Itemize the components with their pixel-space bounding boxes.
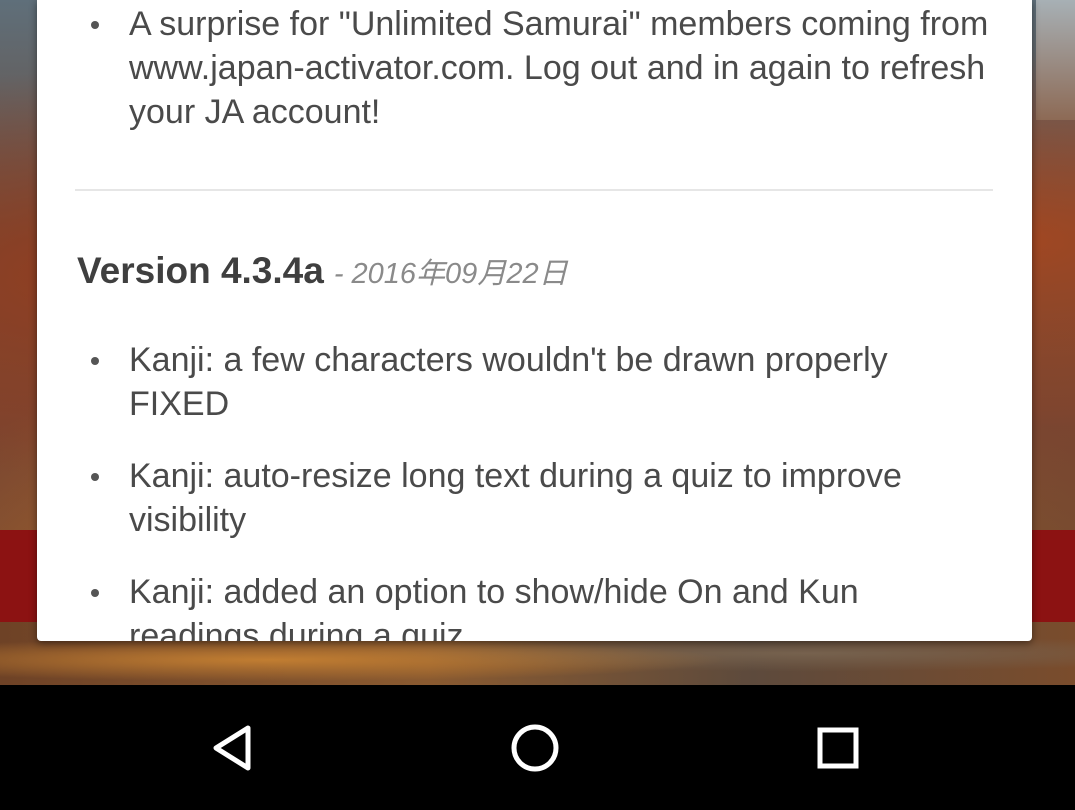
back-button[interactable] xyxy=(197,713,267,783)
version-title: Version 4.3.4a xyxy=(77,250,324,291)
bullet-icon xyxy=(91,357,99,365)
recents-square-icon xyxy=(817,727,859,769)
list-item: Kanji: auto-resize long text during a qu… xyxy=(37,454,1032,542)
changelog-dialog: A surprise for "Unlimited Samurai" membe… xyxy=(37,0,1032,641)
changelog-scroll-area[interactable]: A surprise for "Unlimited Samurai" membe… xyxy=(37,0,1032,641)
recents-button[interactable] xyxy=(803,713,873,783)
list-item-text: Kanji: added an option to show/hide On a… xyxy=(129,573,859,641)
list-item-text: A surprise for "Unlimited Samurai" membe… xyxy=(129,5,989,131)
back-triangle-icon xyxy=(213,725,251,771)
changes-list: Kanji: a few characters wouldn't be draw… xyxy=(37,338,1032,641)
list-item-text: Kanji: a few characters wouldn't be draw… xyxy=(129,341,888,423)
version-date: - 2016年09月22日 xyxy=(333,258,568,290)
bullet-icon xyxy=(91,589,99,597)
bullet-icon xyxy=(91,21,99,29)
phone-screen: A surprise for "Unlimited Samurai" membe… xyxy=(0,0,1075,810)
previous-version-list: A surprise for "Unlimited Samurai" membe… xyxy=(37,2,1032,134)
background-rooftop xyxy=(1036,0,1075,120)
bullet-icon xyxy=(91,473,99,481)
version-heading: Version 4.3.4a - 2016年09月22日 xyxy=(77,250,977,300)
home-button[interactable] xyxy=(500,713,570,783)
list-item: Kanji: a few characters wouldn't be draw… xyxy=(37,338,1032,426)
list-item: A surprise for "Unlimited Samurai" membe… xyxy=(37,2,1032,134)
list-item: Kanji: added an option to show/hide On a… xyxy=(37,570,1032,641)
list-item-text: Kanji: auto-resize long text during a qu… xyxy=(129,457,902,539)
home-circle-icon xyxy=(511,724,559,772)
section-divider xyxy=(75,189,993,191)
navigation-bar xyxy=(0,685,1075,810)
